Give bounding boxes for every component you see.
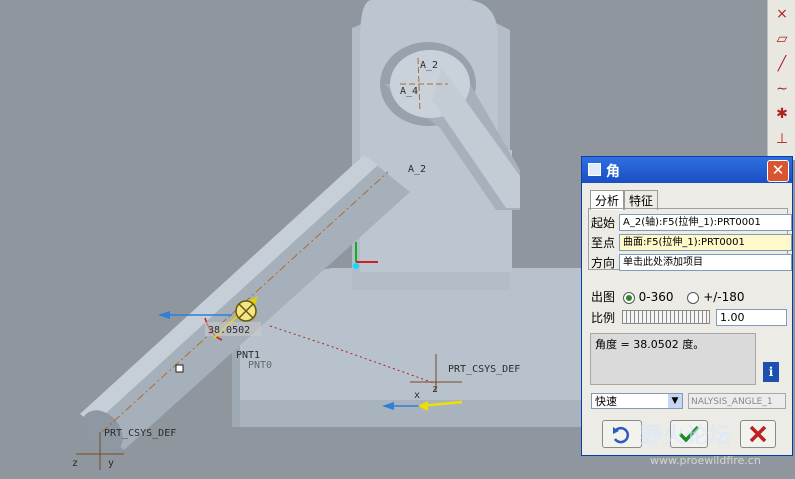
csys-label-left: PRT_CSYS_DEF: [104, 428, 176, 439]
scale-label: 比例: [591, 311, 616, 325]
cancel-button[interactable]: [740, 420, 776, 448]
dialog-titlebar[interactable]: 角 ✕: [582, 157, 792, 183]
plane-icon[interactable]: ▱: [771, 28, 793, 50]
direction-field[interactable]: 单击此处添加项目: [619, 254, 792, 271]
quick-select-value: 快速: [595, 395, 617, 408]
axis-label-a4: A_4: [400, 86, 418, 97]
to-label: 至点: [591, 236, 616, 250]
range-pm180-radio[interactable]: [687, 291, 700, 304]
ok-button[interactable]: [670, 420, 708, 448]
dialog-tabs: 分析 特征: [590, 190, 659, 210]
range-0-360-label: 0-360: [638, 290, 674, 304]
direction-label: 方向: [591, 256, 616, 270]
snap-point-icon[interactable]: ×: [771, 3, 793, 25]
info-icon[interactable]: i: [763, 362, 779, 382]
from-label: 起始: [591, 216, 616, 230]
analysis-name-field[interactable]: NALYSIS_ANGLE_1: [688, 393, 786, 409]
axis-label-a2-rod: A_2: [408, 164, 426, 175]
result-panel: 角度 = 38.0502 度。: [590, 333, 756, 385]
range-0-360-radio[interactable]: [622, 291, 635, 304]
dialog-window-icon: [588, 163, 601, 176]
output-row: 出图 0-360 +/-180: [591, 288, 745, 305]
datum-point-icon[interactable]: ✱: [771, 103, 793, 125]
direction-arrow-icon: [158, 311, 170, 319]
datum-toolbar: × ▱ ╱ ∼ ✱ ⊥: [767, 0, 795, 160]
angle-dialog: 角 ✕ 分析 特征 起始 A_2(轴):F5(拉伸_1):PRT0001 至点 曲…: [581, 156, 793, 456]
dialog-title: 角: [606, 164, 620, 180]
to-field[interactable]: 曲面:F5(拉伸_1):PRT0001: [619, 234, 792, 251]
datum-point-marker[interactable]: [175, 364, 184, 373]
csys-axis-y-left: y: [108, 458, 114, 469]
range-pm180-label: +/-180: [703, 290, 745, 304]
from-field[interactable]: A_2(轴):F5(拉伸_1):PRT0001: [619, 214, 792, 231]
angle-value-label: 38.0502: [208, 325, 250, 336]
repeat-button[interactable]: [602, 420, 642, 448]
checkmark-icon: [678, 425, 700, 443]
tab-analysis[interactable]: 分析: [590, 190, 625, 210]
curve-icon[interactable]: ∼: [771, 78, 793, 100]
axis-label-a2-top: A_2: [420, 60, 438, 71]
close-icon[interactable]: ✕: [767, 160, 789, 182]
chevron-down-icon[interactable]: ▼: [668, 394, 682, 408]
csys-axis-z-right: z: [432, 384, 438, 395]
point-label-mirror: PNT0: [248, 360, 272, 371]
refresh-icon: [613, 426, 630, 444]
axis-line-icon[interactable]: ╱: [771, 53, 793, 75]
scale-row: 比例 1.00: [591, 309, 787, 326]
scale-slider[interactable]: [622, 310, 710, 324]
csys-label-right: PRT_CSYS_DEF: [448, 364, 520, 375]
close-x-icon: [749, 425, 767, 443]
csys-axis-z-left: z: [72, 458, 78, 469]
scale-field[interactable]: 1.00: [716, 309, 787, 326]
bracket-upright[interactable]: [352, 0, 520, 290]
csys-axis-x-right: x: [414, 390, 420, 401]
output-label: 出图: [591, 290, 616, 304]
csys-icon[interactable]: ⊥: [771, 128, 793, 150]
tab-feature[interactable]: 特征: [624, 190, 659, 210]
result-text: 角度 = 38.0502 度。: [595, 338, 705, 351]
quick-select[interactable]: 快速 ▼: [591, 393, 683, 409]
